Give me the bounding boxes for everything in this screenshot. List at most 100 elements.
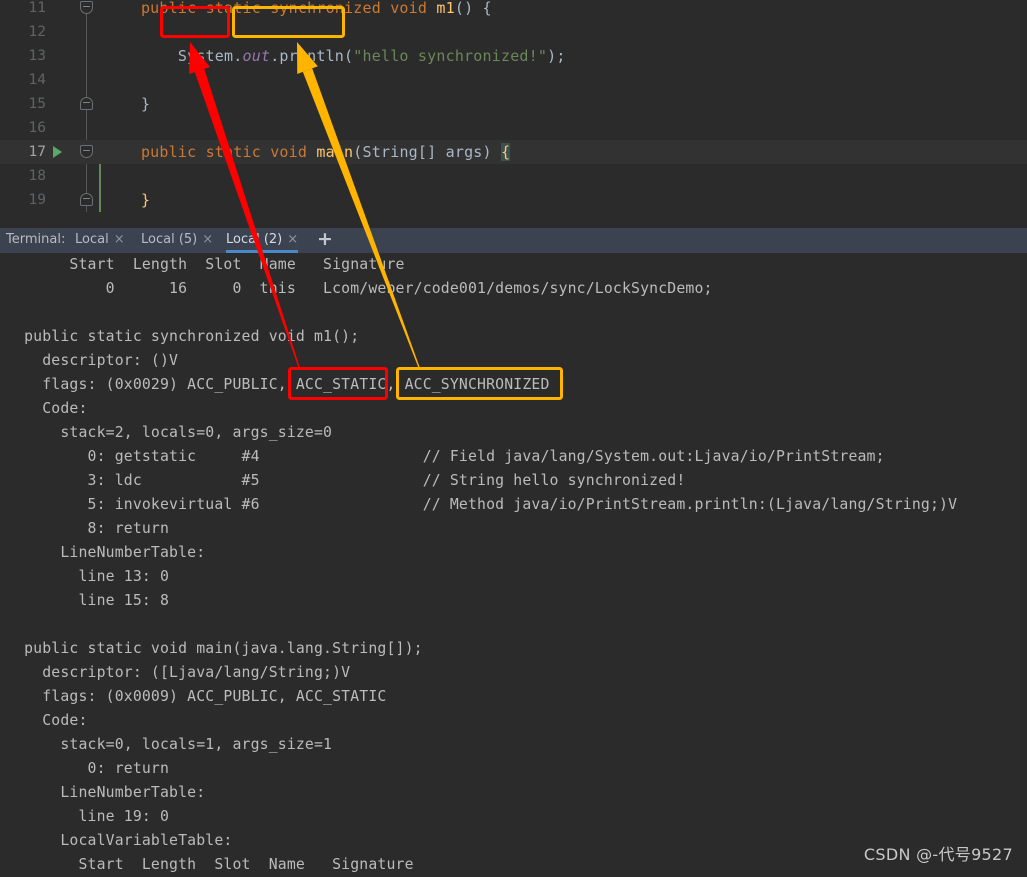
editor-line[interactable]: 13 System.out.println("hello synchronize… (0, 44, 1027, 68)
terminal-line: 0: return (6, 760, 170, 777)
code-fold-toggle[interactable]: − (80, 1, 93, 14)
terminal-tab-title: Local (75, 232, 109, 247)
code-token: [] args) (417, 143, 501, 161)
editor-line-number: 15 (28, 96, 46, 112)
code-token: ); (547, 47, 566, 65)
code-token: void (390, 0, 428, 17)
terminal-tab[interactable]: Local × (75, 228, 125, 253)
terminal-line: LineNumberTable: (6, 544, 206, 561)
terminal-line: line 13: 0 (6, 568, 170, 585)
terminal-line: 0 16 0 this Lcom/weber/code001/demos/syn… (6, 280, 713, 297)
code-token: String (362, 143, 418, 161)
code-fold-toggle[interactable]: − (80, 97, 93, 110)
terminal-line: flags: (0x0009) ACC_PUBLIC, ACC_STATIC (6, 688, 387, 705)
close-icon[interactable]: × (114, 232, 125, 247)
terminal-tab-bar[interactable]: Terminal: Local × Local (5) × Local (2) × + (0, 228, 1027, 253)
terminal-line: descriptor: ()V (6, 352, 179, 369)
terminal-line: stack=0, locals=1, args_size=1 (6, 736, 333, 753)
code-fold-toggle[interactable]: − (80, 145, 93, 158)
run-method-icon[interactable] (53, 146, 62, 158)
code-token: static (205, 143, 261, 161)
code-token: public (140, 0, 197, 17)
code-token: public (140, 143, 197, 161)
code-token: void (270, 143, 308, 161)
terminal-line: line 15: 8 (6, 592, 170, 609)
csdn-watermark: CSDN @-代号9527 (863, 845, 1013, 864)
terminal-line: Code: (6, 712, 88, 729)
terminal-line: line 19: 0 (6, 808, 170, 825)
editor-line-number: 18 (28, 168, 46, 184)
terminal-line: public static synchronized void m1(); (6, 328, 360, 345)
terminal-line: Start Length Slot Name Signature (6, 256, 405, 273)
terminal-tab-title: Local (5) (141, 232, 198, 247)
code-token: synchronized (270, 0, 381, 17)
code-token: println (279, 47, 345, 65)
editor-line-number: 12 (28, 24, 46, 40)
code-token: static (205, 0, 261, 17)
terminal-line: 3: ldc #5 // String hello synchronized! (6, 472, 686, 489)
terminal-line: Code: (6, 400, 88, 417)
code-token: } (140, 95, 151, 113)
editor-line[interactable]: 12 (0, 20, 1027, 44)
editor-line-number: 19 (28, 192, 46, 208)
close-icon[interactable]: × (287, 232, 298, 247)
code-token: ( (353, 143, 363, 161)
editor-line-text: public static synchronized void m1() { (104, 0, 492, 20)
new-terminal-tab-button[interactable]: + (317, 230, 333, 249)
terminal-tab[interactable]: Local (5) × (141, 228, 213, 253)
terminal-line: 0: getstatic #4 // Field java/lang/Syste… (6, 448, 885, 465)
code-token: m1 (436, 0, 455, 17)
terminal-line: 5: invokevirtual #6 // Method java/io/Pr… (6, 496, 958, 513)
code-token: System (177, 47, 234, 65)
editor-line-text: System.out.println("hello synchronized!"… (104, 44, 566, 68)
terminal-line: descriptor: ([Ljava/lang/String;)V (6, 664, 351, 681)
terminal-line: LineNumberTable: (6, 784, 206, 801)
terminal-line: Start Length Slot Name Signature (6, 856, 414, 873)
editor-line[interactable]: 14 (0, 68, 1027, 92)
code-token: } (140, 191, 151, 209)
terminal-line: stack=2, locals=0, args_size=0 (6, 424, 333, 441)
code-token: "hello synchronized!" (353, 47, 548, 65)
code-token: { (501, 143, 511, 161)
editor-line[interactable]: 18 (0, 164, 1027, 188)
editor-line-number: 14 (28, 72, 46, 88)
terminal-panel-label: Terminal: (6, 232, 66, 247)
code-editor[interactable]: 11− public static synchronized void m1()… (0, 0, 1027, 228)
code-token: () { (454, 0, 492, 17)
terminal-line: 8: return (6, 520, 170, 537)
editor-line[interactable]: 16 (0, 116, 1027, 140)
terminal-line: flags: (0x0029) ACC_PUBLIC, ACC_STATIC, … (6, 376, 550, 393)
terminal-line: public static void main(java.lang.String… (6, 640, 423, 657)
editor-line[interactable]: 17 − public static void main(String[] arg… (0, 140, 1027, 164)
code-fold-toggle[interactable]: − (80, 193, 93, 206)
editor-line-number: 13 (28, 48, 46, 64)
editor-line-text: } (104, 92, 150, 116)
editor-line-number: 11 (28, 0, 46, 16)
editor-line-text: } (104, 188, 150, 212)
editor-line[interactable]: 15 − } (0, 92, 1027, 116)
code-token: ( (344, 47, 354, 65)
code-token: main (316, 143, 354, 161)
code-token: out (242, 47, 271, 65)
terminal-tab-title: Local (2) (226, 232, 283, 247)
editor-line[interactable]: 11 − public static synchronized void m1()… (0, 0, 1027, 20)
editor-line-number: 17 (28, 144, 46, 160)
close-icon[interactable]: × (202, 232, 213, 247)
terminal-output[interactable]: Start Length Slot Name Signature 0 16 0 … (0, 253, 1027, 877)
editor-line[interactable]: 19 − } (0, 188, 1027, 212)
terminal-line: LocalVariableTable: (6, 832, 233, 849)
editor-line-number: 16 (28, 120, 46, 136)
editor-line-text: public static void main(String[] args) { (104, 140, 511, 164)
